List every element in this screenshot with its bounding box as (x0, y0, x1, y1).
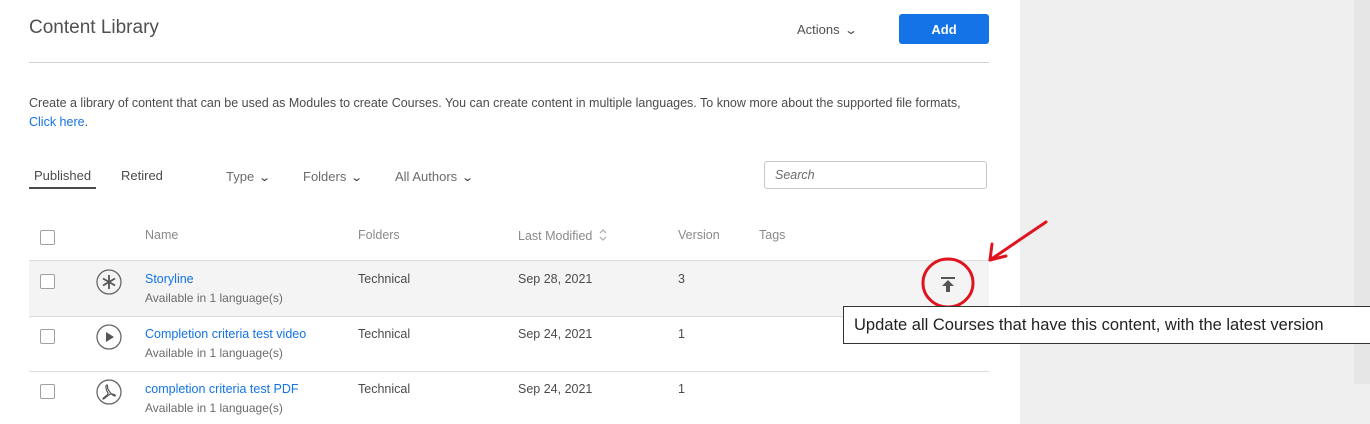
pdf-icon (96, 379, 122, 405)
row-version: 3 (678, 272, 685, 286)
row-checkbox[interactable] (40, 329, 55, 344)
column-header-tags[interactable]: Tags (759, 228, 785, 242)
search-input[interactable] (764, 161, 987, 189)
row-language-info: Available in 1 language(s) (145, 346, 283, 360)
row-version: 1 (678, 327, 685, 341)
column-header-last-modified[interactable]: Last Modified (518, 228, 608, 243)
row-name-link[interactable]: Storyline (145, 272, 194, 286)
row-language-info: Available in 1 language(s) (145, 291, 283, 305)
row-folder: Technical (358, 272, 411, 286)
description: Create a library of content that can be … (29, 94, 991, 132)
column-header-version[interactable]: Version (678, 228, 720, 242)
row-folder: Technical (358, 327, 411, 341)
upload-icon (941, 277, 955, 279)
play-icon (96, 324, 122, 350)
chevron-down-icon: ⌄ (843, 23, 858, 37)
update-tooltip: Update all Courses that have this conten… (843, 306, 1370, 344)
add-button[interactable]: Add (899, 14, 989, 44)
asterisk-icon (96, 269, 122, 295)
row-last-modified: Sep 28, 2021 (518, 272, 593, 286)
row-version: 1 (678, 382, 685, 396)
click-here-link[interactable]: Click here (29, 115, 85, 129)
row-language-info: Available in 1 language(s) (145, 401, 283, 415)
folders-filter-label: Folders (303, 169, 347, 184)
tab-retired[interactable]: Retired (121, 168, 163, 183)
row-folder: Technical (358, 382, 411, 396)
folders-filter[interactable]: Folders ⌄ (303, 169, 364, 184)
authors-filter[interactable]: All Authors ⌄ (395, 169, 475, 184)
row-last-modified: Sep 24, 2021 (518, 327, 593, 341)
description-tail: . (84, 115, 89, 129)
row-checkbox[interactable] (40, 384, 55, 399)
type-filter[interactable]: Type ⌄ (226, 169, 272, 184)
annotation-arrow-icon (988, 220, 1048, 262)
chevron-down-icon: ⌄ (350, 172, 364, 184)
last-modified-label: Last Modified (518, 229, 593, 243)
description-text: Create a library of content that can be … (29, 96, 961, 110)
tab-published[interactable]: Published (29, 168, 97, 189)
content-library-panel: Content Library Actions ⌄ Add Create a li… (0, 0, 1020, 424)
chevron-down-icon: ⌄ (461, 172, 475, 184)
row-last-modified: Sep 24, 2021 (518, 382, 593, 396)
page-title: Content Library (29, 17, 159, 38)
chevron-down-icon: ⌄ (258, 172, 272, 184)
side-panel (1020, 0, 1370, 424)
column-header-folders[interactable]: Folders (358, 228, 400, 242)
row-name-link[interactable]: Completion criteria test video (145, 327, 306, 341)
sort-icon[interactable] (598, 228, 608, 242)
row-checkbox[interactable] (40, 274, 55, 289)
actions-label: Actions (797, 22, 840, 37)
type-filter-label: Type (226, 169, 255, 184)
row-divider (29, 371, 989, 372)
column-header-name[interactable]: Name (145, 228, 178, 242)
select-all-checkbox[interactable] (40, 230, 55, 245)
divider (29, 62, 989, 63)
update-courses-button[interactable] (921, 256, 979, 308)
authors-filter-label: All Authors (395, 169, 458, 184)
actions-dropdown[interactable]: Actions ⌄ (797, 22, 858, 37)
row-name-link[interactable]: completion criteria test PDF (145, 382, 299, 396)
